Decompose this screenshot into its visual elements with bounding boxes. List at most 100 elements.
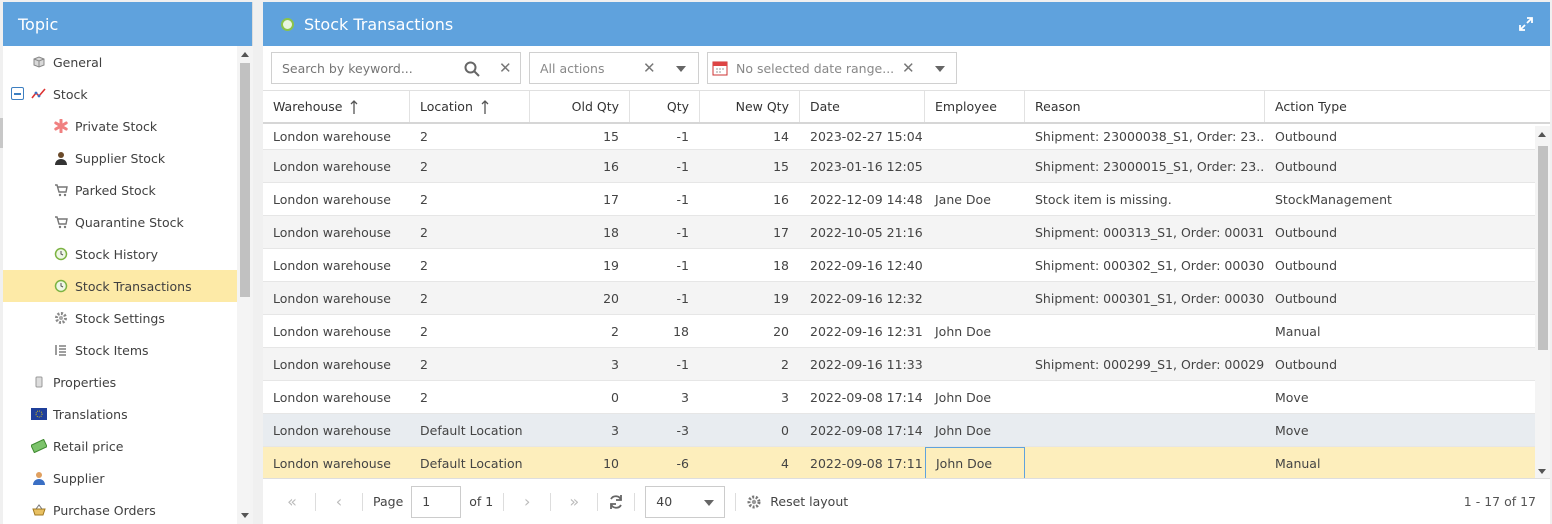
- cell-new-qty[interactable]: 17: [700, 216, 800, 248]
- cell-employee[interactable]: John Doe: [925, 414, 1025, 446]
- cell-new-qty[interactable]: 2: [700, 348, 800, 380]
- table-row[interactable]: London warehouse 2 16 -1 15 2023-01-16 12:05 S…: [263, 150, 1535, 183]
- tree-scrollbar[interactable]: [237, 46, 253, 524]
- search-input[interactable]: [272, 53, 452, 83]
- cell-action-type[interactable]: Move: [1265, 381, 1407, 413]
- cell-date[interactable]: 2022-09-16 12:31: [800, 315, 925, 347]
- column-header-employee[interactable]: Employee: [925, 91, 1025, 122]
- next-page-icon[interactable]: ›: [514, 492, 540, 511]
- cell-date[interactable]: 2022-09-08 17:14: [800, 381, 925, 413]
- chevron-down-icon[interactable]: [935, 66, 945, 72]
- column-header-action-type[interactable]: Action Type: [1265, 91, 1405, 122]
- cell-employee[interactable]: [925, 348, 1025, 380]
- cell-reason[interactable]: [1025, 414, 1265, 446]
- cell-new-qty[interactable]: 19: [700, 282, 800, 314]
- cell-old-qty[interactable]: 2: [530, 315, 630, 347]
- cell-employee[interactable]: Jane Doe: [925, 183, 1025, 215]
- cell-location[interactable]: 2: [410, 216, 530, 248]
- cell-qty[interactable]: 18: [630, 315, 700, 347]
- tree-item-quarantine-stock[interactable]: Quarantine Stock: [3, 206, 237, 238]
- clear-action-filter-icon[interactable]: ✕: [643, 59, 656, 77]
- table-row[interactable]: London warehouse Default Location 3 -3 0 2022…: [263, 414, 1535, 447]
- cell-action-type[interactable]: Outbound: [1265, 282, 1407, 314]
- cell-reason[interactable]: Shipment: 000301_S1, Order: 000301: [1025, 282, 1265, 314]
- column-header-new-qty[interactable]: New Qty: [700, 91, 800, 122]
- table-row[interactable]: London warehouse 2 17 -1 16 2022-12-09 14:48 J…: [263, 183, 1535, 216]
- cell-warehouse[interactable]: London warehouse: [263, 447, 410, 479]
- cell-warehouse[interactable]: London warehouse: [263, 381, 410, 413]
- cell-date[interactable]: 2023-01-16 12:05: [800, 150, 925, 182]
- table-row[interactable]: London warehouse 2 20 -1 19 2022-09-16 12:32 S…: [263, 282, 1535, 315]
- cell-old-qty[interactable]: 18: [530, 216, 630, 248]
- scroll-up-icon[interactable]: [241, 52, 249, 57]
- cell-location[interactable]: 2: [410, 183, 530, 215]
- cell-date[interactable]: 2022-10-05 21:16: [800, 216, 925, 248]
- cell-old-qty[interactable]: 20: [530, 282, 630, 314]
- cell-reason[interactable]: Shipment: 000302_S1, Order: 000302: [1025, 249, 1265, 281]
- table-row[interactable]: London warehouse 2 18 -1 17 2022-10-05 21:16 S…: [263, 216, 1535, 249]
- cell-reason[interactable]: [1025, 315, 1265, 347]
- cell-action-type[interactable]: Outbound: [1265, 249, 1407, 281]
- first-page-icon[interactable]: «: [279, 492, 305, 511]
- collapse-icon[interactable]: [11, 87, 24, 100]
- cell-new-qty[interactable]: 0: [700, 414, 800, 446]
- clear-search-icon[interactable]: ✕: [499, 59, 512, 77]
- tree-item-properties[interactable]: Properties: [3, 366, 237, 398]
- cell-reason[interactable]: [1025, 447, 1265, 479]
- tree-item-stock-settings[interactable]: Stock Settings: [3, 302, 237, 334]
- cell-new-qty[interactable]: 4: [700, 447, 800, 479]
- cell-qty[interactable]: -1: [630, 282, 700, 314]
- cell-location[interactable]: 2: [410, 150, 530, 182]
- cell-qty[interactable]: -1: [630, 216, 700, 248]
- cell-warehouse[interactable]: London warehouse: [263, 216, 410, 248]
- cell-action-type[interactable]: Outbound: [1265, 216, 1407, 248]
- cell-date[interactable]: 2022-09-08 17:14: [800, 414, 925, 446]
- cell-old-qty[interactable]: 3: [530, 414, 630, 446]
- cell-warehouse[interactable]: London warehouse: [263, 348, 410, 380]
- table-row[interactable]: London warehouse 2 2 18 20 2022-09-16 12:31 Jo…: [263, 315, 1535, 348]
- tree-item-stock[interactable]: Stock: [3, 78, 237, 110]
- cell-new-qty[interactable]: 14: [700, 124, 800, 149]
- sort-ascending-icon[interactable]: [481, 99, 489, 114]
- table-row[interactable]: London warehouse 2 3 -1 2 2022-09-16 11:33 Shi…: [263, 348, 1535, 381]
- cell-new-qty[interactable]: 15: [700, 150, 800, 182]
- cell-warehouse[interactable]: London warehouse: [263, 150, 410, 182]
- action-filter-select[interactable]: All actions ✕: [529, 52, 699, 84]
- cell-employee[interactable]: [925, 282, 1025, 314]
- cell-old-qty[interactable]: 15: [530, 124, 630, 149]
- cell-warehouse[interactable]: London warehouse: [263, 414, 410, 446]
- cell-reason[interactable]: Shipment: 000313_S1, Order: 000313: [1025, 216, 1265, 248]
- cell-location[interactable]: 2: [410, 282, 530, 314]
- cell-old-qty[interactable]: 17: [530, 183, 630, 215]
- chevron-down-icon[interactable]: [676, 66, 686, 72]
- tree-item-general[interactable]: General: [3, 46, 237, 78]
- cell-employee[interactable]: [925, 124, 1025, 149]
- cell-location[interactable]: 2: [410, 381, 530, 413]
- cell-date[interactable]: 2022-09-08 17:11: [800, 447, 925, 479]
- tree-item-purchase-orders[interactable]: Purchase Orders: [3, 494, 237, 524]
- cell-old-qty[interactable]: 10: [530, 447, 630, 479]
- scroll-thumb[interactable]: [1538, 146, 1548, 350]
- cell-warehouse[interactable]: London warehouse: [263, 124, 410, 149]
- cell-warehouse[interactable]: London warehouse: [263, 315, 410, 347]
- cell-qty[interactable]: -1: [630, 150, 700, 182]
- table-row[interactable]: London warehouse 2 19 -1 18 2022-09-16 12:40 S…: [263, 249, 1535, 282]
- cell-action-type[interactable]: Move: [1265, 414, 1407, 446]
- refresh-icon[interactable]: [608, 494, 624, 510]
- tree-item-private-stock[interactable]: Private Stock: [3, 110, 237, 142]
- cell-new-qty[interactable]: 20: [700, 315, 800, 347]
- cell-date[interactable]: 2022-09-16 11:33: [800, 348, 925, 380]
- cell-employee[interactable]: John Doe: [925, 381, 1025, 413]
- cell-employee[interactable]: [925, 249, 1025, 281]
- cell-action-type[interactable]: Outbound: [1265, 124, 1407, 149]
- sort-ascending-icon[interactable]: [350, 99, 358, 114]
- cell-reason[interactable]: Shipment: 23000038_S1, Order: 23...: [1025, 124, 1265, 149]
- cell-reason[interactable]: Shipment: 23000015_S1, Order: 23...: [1025, 150, 1265, 182]
- tree-item-translations[interactable]: Translations: [3, 398, 237, 430]
- cell-qty[interactable]: -1: [630, 124, 700, 149]
- table-row[interactable]: London warehouse Default Location 10 -6 4 202…: [263, 447, 1535, 480]
- cell-qty[interactable]: -1: [630, 348, 700, 380]
- cell-action-type[interactable]: Outbound: [1265, 150, 1407, 182]
- page-size-select[interactable]: 40: [645, 485, 726, 518]
- cell-old-qty[interactable]: 19: [530, 249, 630, 281]
